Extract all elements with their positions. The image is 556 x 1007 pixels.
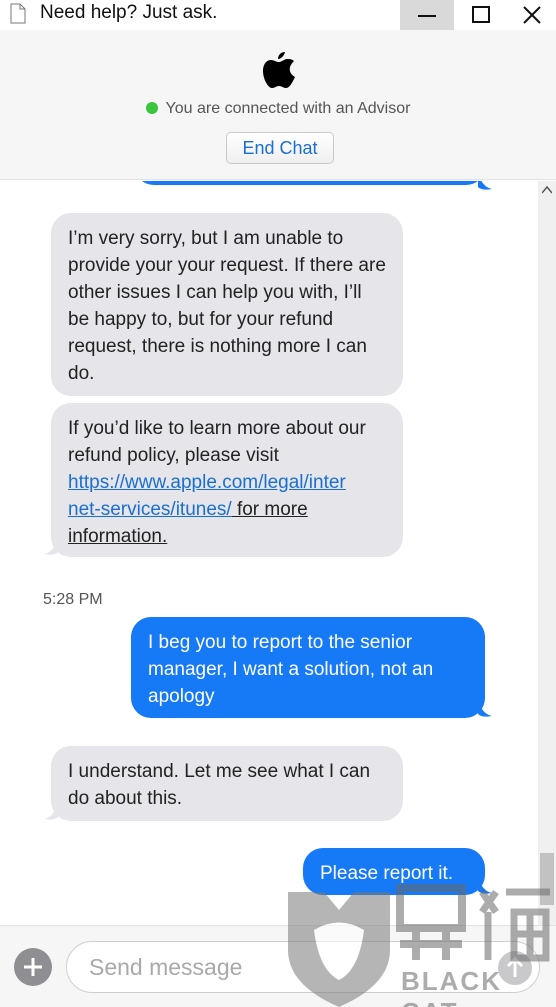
user-message-partial (134, 181, 486, 185)
cat-shield-logo (288, 892, 390, 1007)
message-text: for more (231, 499, 308, 520)
message-text: I beg you to report to the senior manage… (148, 632, 434, 707)
advisor-message: If you’d like to learn more about our re… (51, 403, 403, 557)
apple-logo (263, 52, 295, 88)
chat-transcript[interactable]: I’m very sorry, but I am unable to provi… (0, 181, 556, 925)
message-text: If you’d like to learn more about our re… (68, 418, 366, 466)
watermark-text: BLACK CAT (401, 966, 502, 1007)
chat-scrollbar[interactable] (538, 181, 556, 925)
message-text: I’m very sorry, but I am unable to provi… (68, 228, 386, 384)
maximize-button[interactable] (454, 0, 508, 30)
advisor-message: I’m very sorry, but I am unable to provi… (51, 213, 403, 396)
message-timestamp: 5:28 PM (43, 591, 103, 608)
close-icon (523, 6, 541, 24)
bubble-tail (478, 700, 492, 717)
window-title: Need help? Just ask. (40, 2, 218, 23)
advisor-message: I understand. Let me see what I can do a… (51, 746, 403, 821)
status-text: You are connected with an Advisor (165, 100, 411, 117)
title-bar: Need help? Just ask. (0, 0, 556, 30)
bubble-tail (44, 803, 58, 820)
close-button[interactable] (508, 0, 556, 30)
bubble-tail (478, 181, 492, 190)
chat-header: You are connected with an Advisor End Ch… (0, 30, 556, 180)
document-icon (10, 3, 26, 24)
online-status-dot (145, 102, 158, 114)
add-attachment-button[interactable] (14, 948, 52, 986)
connection-status: You are connected with an Advisor (0, 100, 556, 118)
link-text: net-services/itunes/ (68, 499, 232, 520)
minimize-button[interactable] (400, 0, 454, 30)
bubble-tail (44, 538, 58, 555)
user-message: I beg you to report to the senior manage… (131, 617, 485, 718)
maximize-icon (472, 6, 490, 23)
link-text: https://www.apple.com/legal/inter (68, 472, 346, 493)
plus-icon (24, 958, 42, 976)
chinese-brand-glyphs (396, 884, 550, 962)
message-text: information. (68, 526, 168, 547)
end-chat-button[interactable]: End Chat (226, 132, 334, 164)
message-text: I understand. Let me see what I can do a… (68, 761, 371, 809)
black-cat-watermark: BLACK CAT (284, 880, 556, 1007)
minimize-icon (418, 15, 436, 17)
scroll-up-arrow-icon[interactable] (542, 186, 552, 194)
